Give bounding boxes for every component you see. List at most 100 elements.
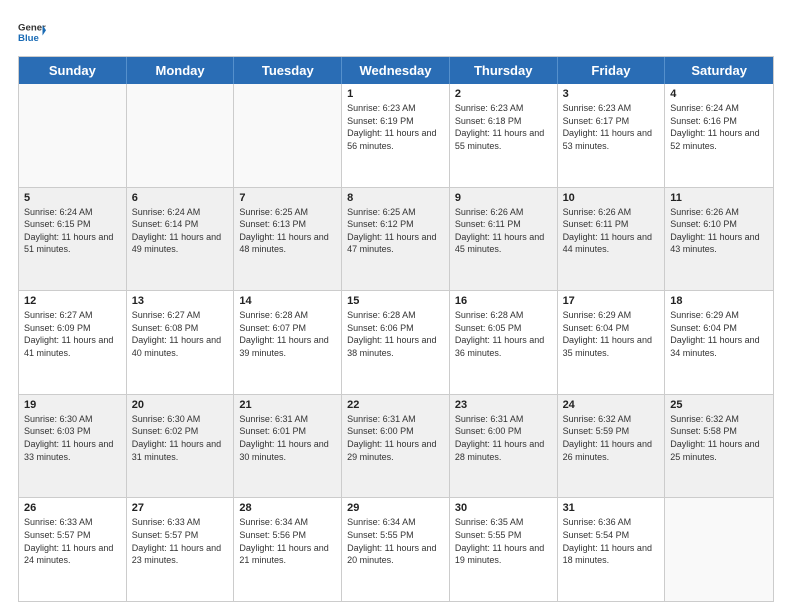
calendar-cell-empty-0 (19, 84, 127, 187)
day-number: 5 (24, 192, 121, 204)
calendar-cell-17: 17Sunrise: 6:29 AM Sunset: 6:04 PM Dayli… (558, 291, 666, 394)
cell-info: Sunrise: 6:28 AM Sunset: 6:07 PM Dayligh… (239, 309, 336, 359)
header-day-thursday: Thursday (450, 57, 558, 84)
calendar-cell-27: 27 Sunrise: 6:33 AM Sunset: 5:57 PM Dayli… (127, 498, 235, 601)
header-day-monday: Monday (127, 57, 235, 84)
calendar-cell-4: 4Sunrise: 6:24 AM Sunset: 6:16 PM Daylig… (665, 84, 773, 187)
calendar-cell-12: 12 Sunrise: 6:27 AM Sunset: 6:09 PM Dayli… (19, 291, 127, 394)
calendar-cell-28: 28Sunrise: 6:34 AM Sunset: 5:56 PM Dayli… (234, 498, 342, 601)
day-number: 22 (347, 399, 444, 411)
calendar-cell-1: 1 Sunrise: 6:23 AM Sunset: 6:19 PM Daylig… (342, 84, 450, 187)
day-number: 15 (347, 295, 444, 307)
day-number: 1 (347, 88, 444, 100)
cell-info: Sunrise: 6:31 AM Sunset: 6:00 PM Dayligh… (347, 413, 444, 463)
cell-info: Sunrise: 6:24 AM Sunset: 6:14 PM Dayligh… (132, 206, 229, 256)
day-number: 3 (563, 88, 660, 100)
cell-info: Sunrise: 6:29 AM Sunset: 6:04 PM Dayligh… (563, 309, 660, 359)
calendar-cell-empty-2 (234, 84, 342, 187)
cell-info: Sunrise: 6:31 AM Sunset: 6:01 PM Dayligh… (239, 413, 336, 463)
cell-info: Sunrise: 6:31 AM Sunset: 6:00 PM Dayligh… (455, 413, 552, 463)
cell-info: Sunrise: 6:32 AM Sunset: 5:59 PM Dayligh… (563, 413, 660, 463)
cell-info: Sunrise: 6:23 AM Sunset: 6:19 PM Dayligh… (347, 102, 444, 152)
cell-info: Sunrise: 6:33 AM Sunset: 5:57 PM Dayligh… (132, 516, 229, 566)
cell-info: Sunrise: 6:25 AM Sunset: 6:12 PM Dayligh… (347, 206, 444, 256)
calendar-cell-16: 16Sunrise: 6:28 AM Sunset: 6:05 PM Dayli… (450, 291, 558, 394)
cell-info: Sunrise: 6:27 AM Sunset: 6:08 PM Dayligh… (132, 309, 229, 359)
day-number: 9 (455, 192, 552, 204)
calendar-week-5: 26 Sunrise: 6:33 AM Sunset: 5:57 PM Dayli… (19, 497, 773, 601)
calendar-cell-3: 3Sunrise: 6:23 AM Sunset: 6:17 PM Daylig… (558, 84, 666, 187)
calendar-cell-5: 5 Sunrise: 6:24 AM Sunset: 6:15 PM Daylig… (19, 188, 127, 291)
calendar-cell-9: 9 Sunrise: 6:26 AM Sunset: 6:11 PM Daylig… (450, 188, 558, 291)
day-number: 19 (24, 399, 121, 411)
calendar-cell-10: 10Sunrise: 6:26 AM Sunset: 6:11 PM Dayli… (558, 188, 666, 291)
day-number: 2 (455, 88, 552, 100)
day-number: 26 (24, 502, 121, 514)
cell-info: Sunrise: 6:27 AM Sunset: 6:09 PM Dayligh… (24, 309, 121, 359)
calendar-cell-empty-6 (665, 498, 773, 601)
day-number: 14 (239, 295, 336, 307)
calendar-cell-31: 31Sunrise: 6:36 AM Sunset: 5:54 PM Dayli… (558, 498, 666, 601)
day-number: 27 (132, 502, 229, 514)
cell-info: Sunrise: 6:30 AM Sunset: 6:02 PM Dayligh… (132, 413, 229, 463)
cell-info: Sunrise: 6:30 AM Sunset: 6:03 PM Dayligh… (24, 413, 121, 463)
header-day-friday: Friday (558, 57, 666, 84)
day-number: 7 (239, 192, 336, 204)
day-number: 13 (132, 295, 229, 307)
cell-info: Sunrise: 6:24 AM Sunset: 6:16 PM Dayligh… (670, 102, 768, 152)
calendar-cell-7: 7 Sunrise: 6:25 AM Sunset: 6:13 PM Daylig… (234, 188, 342, 291)
day-number: 12 (24, 295, 121, 307)
header-day-saturday: Saturday (665, 57, 773, 84)
day-number: 18 (670, 295, 768, 307)
header-day-tuesday: Tuesday (234, 57, 342, 84)
day-number: 24 (563, 399, 660, 411)
calendar-cell-26: 26 Sunrise: 6:33 AM Sunset: 5:57 PM Dayli… (19, 498, 127, 601)
calendar-week-2: 5 Sunrise: 6:24 AM Sunset: 6:15 PM Daylig… (19, 187, 773, 291)
calendar-cell-8: 8Sunrise: 6:25 AM Sunset: 6:12 PM Daylig… (342, 188, 450, 291)
cell-info: Sunrise: 6:29 AM Sunset: 6:04 PM Dayligh… (670, 309, 768, 359)
logo: General Blue (18, 18, 46, 46)
calendar-cell-22: 22 Sunrise: 6:31 AM Sunset: 6:00 PM Dayli… (342, 395, 450, 498)
calendar-cell-20: 20 Sunrise: 6:30 AM Sunset: 6:02 PM Dayli… (127, 395, 235, 498)
calendar-week-1: 1 Sunrise: 6:23 AM Sunset: 6:19 PM Daylig… (19, 84, 773, 187)
calendar-week-4: 19 Sunrise: 6:30 AM Sunset: 6:03 PM Dayli… (19, 394, 773, 498)
calendar-cell-14: 14 Sunrise: 6:28 AM Sunset: 6:07 PM Dayli… (234, 291, 342, 394)
cell-info: Sunrise: 6:26 AM Sunset: 6:10 PM Dayligh… (670, 206, 768, 256)
calendar-cell-2: 2Sunrise: 6:23 AM Sunset: 6:18 PM Daylig… (450, 84, 558, 187)
calendar-cell-18: 18 Sunrise: 6:29 AM Sunset: 6:04 PM Dayli… (665, 291, 773, 394)
cell-info: Sunrise: 6:25 AM Sunset: 6:13 PM Dayligh… (239, 206, 336, 256)
calendar-body: 1 Sunrise: 6:23 AM Sunset: 6:19 PM Daylig… (19, 84, 773, 601)
day-number: 29 (347, 502, 444, 514)
day-number: 10 (563, 192, 660, 204)
calendar-cell-11: 11 Sunrise: 6:26 AM Sunset: 6:10 PM Dayli… (665, 188, 773, 291)
cell-info: Sunrise: 6:28 AM Sunset: 6:06 PM Dayligh… (347, 309, 444, 359)
cell-info: Sunrise: 6:35 AM Sunset: 5:55 PM Dayligh… (455, 516, 552, 566)
cell-info: Sunrise: 6:26 AM Sunset: 6:11 PM Dayligh… (455, 206, 552, 256)
header-day-wednesday: Wednesday (342, 57, 450, 84)
cell-info: Sunrise: 6:33 AM Sunset: 5:57 PM Dayligh… (24, 516, 121, 566)
cell-info: Sunrise: 6:34 AM Sunset: 5:55 PM Dayligh… (347, 516, 444, 566)
cell-info: Sunrise: 6:24 AM Sunset: 6:15 PM Dayligh… (24, 206, 121, 256)
cell-info: Sunrise: 6:28 AM Sunset: 6:05 PM Dayligh… (455, 309, 552, 359)
logo-icon: General Blue (18, 18, 46, 46)
calendar-cell-29: 29 Sunrise: 6:34 AM Sunset: 5:55 PM Dayli… (342, 498, 450, 601)
day-number: 25 (670, 399, 768, 411)
calendar-cell-15: 15 Sunrise: 6:28 AM Sunset: 6:06 PM Dayli… (342, 291, 450, 394)
day-number: 23 (455, 399, 552, 411)
calendar-cell-25: 25 Sunrise: 6:32 AM Sunset: 5:58 PM Dayli… (665, 395, 773, 498)
calendar-cell-21: 21Sunrise: 6:31 AM Sunset: 6:01 PM Dayli… (234, 395, 342, 498)
header-day-sunday: Sunday (19, 57, 127, 84)
calendar-cell-empty-1 (127, 84, 235, 187)
day-number: 11 (670, 192, 768, 204)
day-number: 31 (563, 502, 660, 514)
calendar-cell-23: 23 Sunrise: 6:31 AM Sunset: 6:00 PM Dayli… (450, 395, 558, 498)
day-number: 20 (132, 399, 229, 411)
calendar: SundayMondayTuesdayWednesdayThursdayFrid… (18, 56, 774, 602)
day-number: 30 (455, 502, 552, 514)
calendar-cell-13: 13 Sunrise: 6:27 AM Sunset: 6:08 PM Dayli… (127, 291, 235, 394)
calendar-cell-6: 6 Sunrise: 6:24 AM Sunset: 6:14 PM Daylig… (127, 188, 235, 291)
cell-info: Sunrise: 6:32 AM Sunset: 5:58 PM Dayligh… (670, 413, 768, 463)
calendar-cell-19: 19 Sunrise: 6:30 AM Sunset: 6:03 PM Dayli… (19, 395, 127, 498)
day-number: 6 (132, 192, 229, 204)
svg-text:General: General (18, 22, 46, 33)
